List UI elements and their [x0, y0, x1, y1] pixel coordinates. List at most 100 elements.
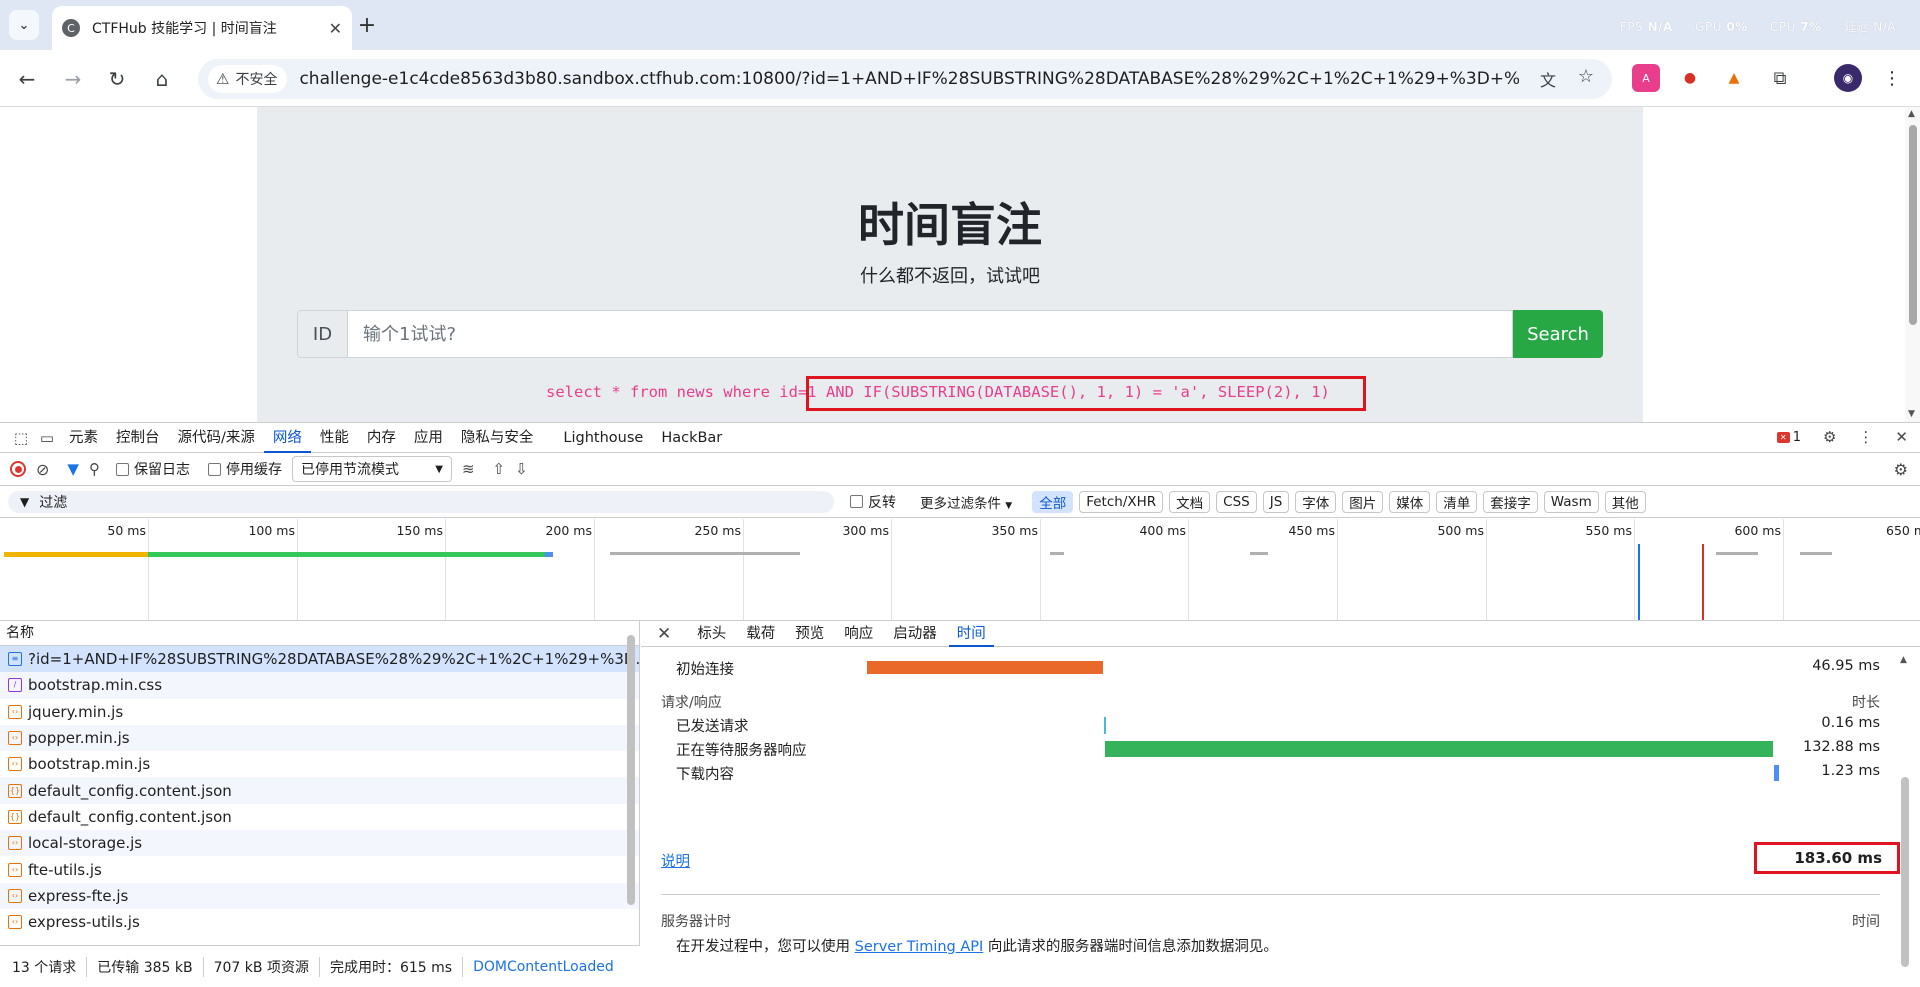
back-button[interactable]: ← [12, 64, 42, 94]
tab-lighthouse[interactable]: Lighthouse [554, 423, 652, 453]
scroll-down-icon[interactable]: ▼ [1908, 409, 1915, 419]
tab-elements[interactable]: 元素 [60, 423, 107, 453]
translate-icon[interactable]: 文 [1540, 67, 1556, 91]
detail-scrollbar[interactable]: ▲ [1900, 655, 1910, 977]
tab-preview[interactable]: 预览 [787, 621, 832, 647]
clear-icon[interactable]: ⊘ [36, 460, 49, 479]
page-subtitle: 什么都不返回，试试吧 [860, 266, 1040, 287]
tab-console[interactable]: 控制台 [107, 423, 169, 453]
filter-type-js[interactable]: JS [1262, 490, 1290, 513]
import-har-icon[interactable]: ⇧ [493, 460, 506, 478]
filter-type-doc[interactable]: 文档 [1169, 490, 1211, 513]
address-bar[interactable]: ⚠ 不安全 challenge-e1c4cde8563d3b80.sandbox… [198, 59, 1612, 99]
close-tab-icon[interactable]: ✕ [329, 19, 342, 38]
id-prefix-label: ID [297, 310, 348, 358]
new-tab-button[interactable]: + [352, 10, 382, 40]
filter-type-all[interactable]: 全部 [1032, 490, 1074, 513]
menu-kebab-icon[interactable]: ⋮ [1878, 64, 1906, 92]
server-timing-api-link[interactable]: Server Timing API [855, 939, 984, 955]
search-button[interactable]: Search [1513, 310, 1603, 358]
more-options-icon[interactable]: ⋮ [1858, 428, 1873, 446]
device-toolbar-icon[interactable]: ▭ [34, 429, 60, 447]
disable-cache-checkbox[interactable]: 停用缓存 [207, 459, 282, 479]
cpu-value: 7% [1800, 20, 1822, 34]
tab-search-button[interactable]: ⌄ [9, 10, 39, 40]
request-row[interactable]: ‹› popper.min.js [0, 724, 639, 752]
profile-avatar[interactable]: ◉ [1834, 64, 1862, 92]
filter-type-fetch-xhr[interactable]: Fetch/XHR [1079, 490, 1164, 513]
close-devtools-icon[interactable]: ✕ [1895, 428, 1908, 446]
preserve-log-checkbox[interactable]: 保留日志 [115, 459, 190, 479]
page-scrollbar[interactable]: ▲ ▼ [1905, 107, 1920, 422]
url-text[interactable]: challenge-e1c4cde8563d3b80.sandbox.ctfhu… [299, 69, 1519, 89]
scrollbar-thumb[interactable] [627, 635, 635, 905]
forward-button[interactable]: → [58, 64, 88, 94]
settings-gear-icon[interactable]: ⚙ [1823, 428, 1836, 446]
explanation-link[interactable]: 说明 [661, 850, 690, 871]
request-row[interactable]: ‹› fte-utils.js [0, 856, 639, 882]
scroll-up-icon[interactable]: ▲ [1908, 109, 1915, 119]
bookmark-star-icon[interactable]: ☆ [1578, 66, 1594, 87]
invert-checkbox[interactable]: 反转 [850, 492, 896, 512]
filter-type-media[interactable]: 媒体 [1389, 490, 1431, 513]
tab-application[interactable]: 应用 [405, 423, 452, 453]
filter-type-img[interactable]: 图片 [1342, 490, 1384, 513]
active-tab[interactable]: C CTFHub 技能学习 | 时间盲注 ✕ [52, 6, 352, 50]
request-row[interactable]: {} default_config.content.json [0, 777, 639, 804]
scrollbar-thumb[interactable] [1901, 777, 1909, 967]
filter-input[interactable]: ▼ 过滤 [8, 490, 834, 513]
search-icon[interactable]: ⚲ [89, 460, 100, 478]
filter-type-manifest[interactable]: 清单 [1436, 490, 1478, 513]
request-list-scrollbar[interactable] [626, 625, 636, 937]
close-detail-icon[interactable]: ✕ [657, 624, 671, 644]
tab-timing[interactable]: 时间 [948, 621, 994, 647]
extension-icon[interactable]: ● [1676, 64, 1704, 92]
timeline-tick: 250 ms [694, 519, 744, 620]
request-row[interactable]: ‹› local-storage.js [0, 830, 639, 857]
request-row[interactable]: ‹› express-fte.js [0, 882, 639, 909]
throttling-select[interactable]: 已停用节流模式 ▼ [291, 456, 452, 482]
id-input[interactable] [348, 310, 1513, 358]
column-header-name[interactable]: 名称 [0, 621, 639, 646]
filter-type-other[interactable]: 其他 [1604, 490, 1646, 513]
request-row[interactable]: {} default_config.content.json [0, 804, 639, 830]
metamask-icon[interactable]: ▲ [1720, 64, 1748, 92]
export-har-icon[interactable]: ⇩ [515, 460, 528, 478]
tab-performance[interactable]: 性能 [311, 423, 358, 453]
extensions-puzzle-icon[interactable]: ⧉ [1766, 64, 1794, 92]
filter-placeholder: 过滤 [39, 494, 68, 511]
tab-initiator[interactable]: 启动器 [885, 621, 945, 647]
request-row[interactable]: ‹› jquery.min.js [0, 699, 639, 725]
tab-network[interactable]: 网络 [263, 423, 311, 453]
tab-privacy-security[interactable]: 隐私与安全 [452, 423, 543, 453]
filter-type-css[interactable]: CSS [1216, 490, 1257, 513]
network-conditions-icon[interactable]: ≋ [462, 460, 475, 478]
request-row[interactable]: ‹› bootstrap.min.js [0, 751, 639, 777]
tab-hackbar[interactable]: HackBar [652, 423, 731, 453]
filter-type-wasm[interactable]: Wasm [1543, 490, 1599, 513]
error-count-badge[interactable]: ✕ 1 [1776, 430, 1801, 445]
filter-type-font[interactable]: 字体 [1295, 490, 1337, 513]
scroll-up-icon[interactable]: ▲ [1900, 655, 1907, 665]
inspect-element-icon[interactable]: ⬚ [8, 429, 34, 447]
tab-memory[interactable]: 内存 [358, 423, 405, 453]
request-row[interactable]: ≡ ?id=1+AND+IF%28SUBSTRING%28DATABASE%28%… [0, 646, 639, 673]
tab-payload[interactable]: 载荷 [738, 621, 783, 647]
home-button[interactable]: ⌂ [147, 64, 177, 94]
request-row[interactable]: / bootstrap.min.css [0, 672, 639, 699]
record-button[interactable] [10, 461, 26, 477]
tab-sources[interactable]: 源代码/来源 [169, 423, 264, 453]
more-filters-dropdown[interactable]: 更多过滤条件 ▼ [920, 492, 1012, 512]
filter-type-socket[interactable]: 套接字 [1483, 490, 1538, 513]
request-row[interactable]: ‹› express-utils.js [0, 909, 639, 935]
tab-headers[interactable]: 标头 [689, 621, 734, 647]
request-name: fte-utils.js [28, 860, 102, 879]
security-chip[interactable]: ⚠ 不安全 [208, 65, 288, 93]
network-overview-timeline[interactable]: 50 ms 100 ms 150 ms 200 ms 250 ms 300 ms… [0, 519, 1920, 621]
tab-response[interactable]: 响应 [836, 621, 881, 647]
extension-icon[interactable]: A [1632, 64, 1660, 92]
reload-button[interactable]: ↻ [102, 64, 132, 94]
scrollbar-thumb[interactable] [1909, 125, 1917, 325]
filter-funnel-icon[interactable]: ▼ [67, 460, 79, 478]
network-settings-icon[interactable]: ⚙ [1894, 460, 1908, 479]
